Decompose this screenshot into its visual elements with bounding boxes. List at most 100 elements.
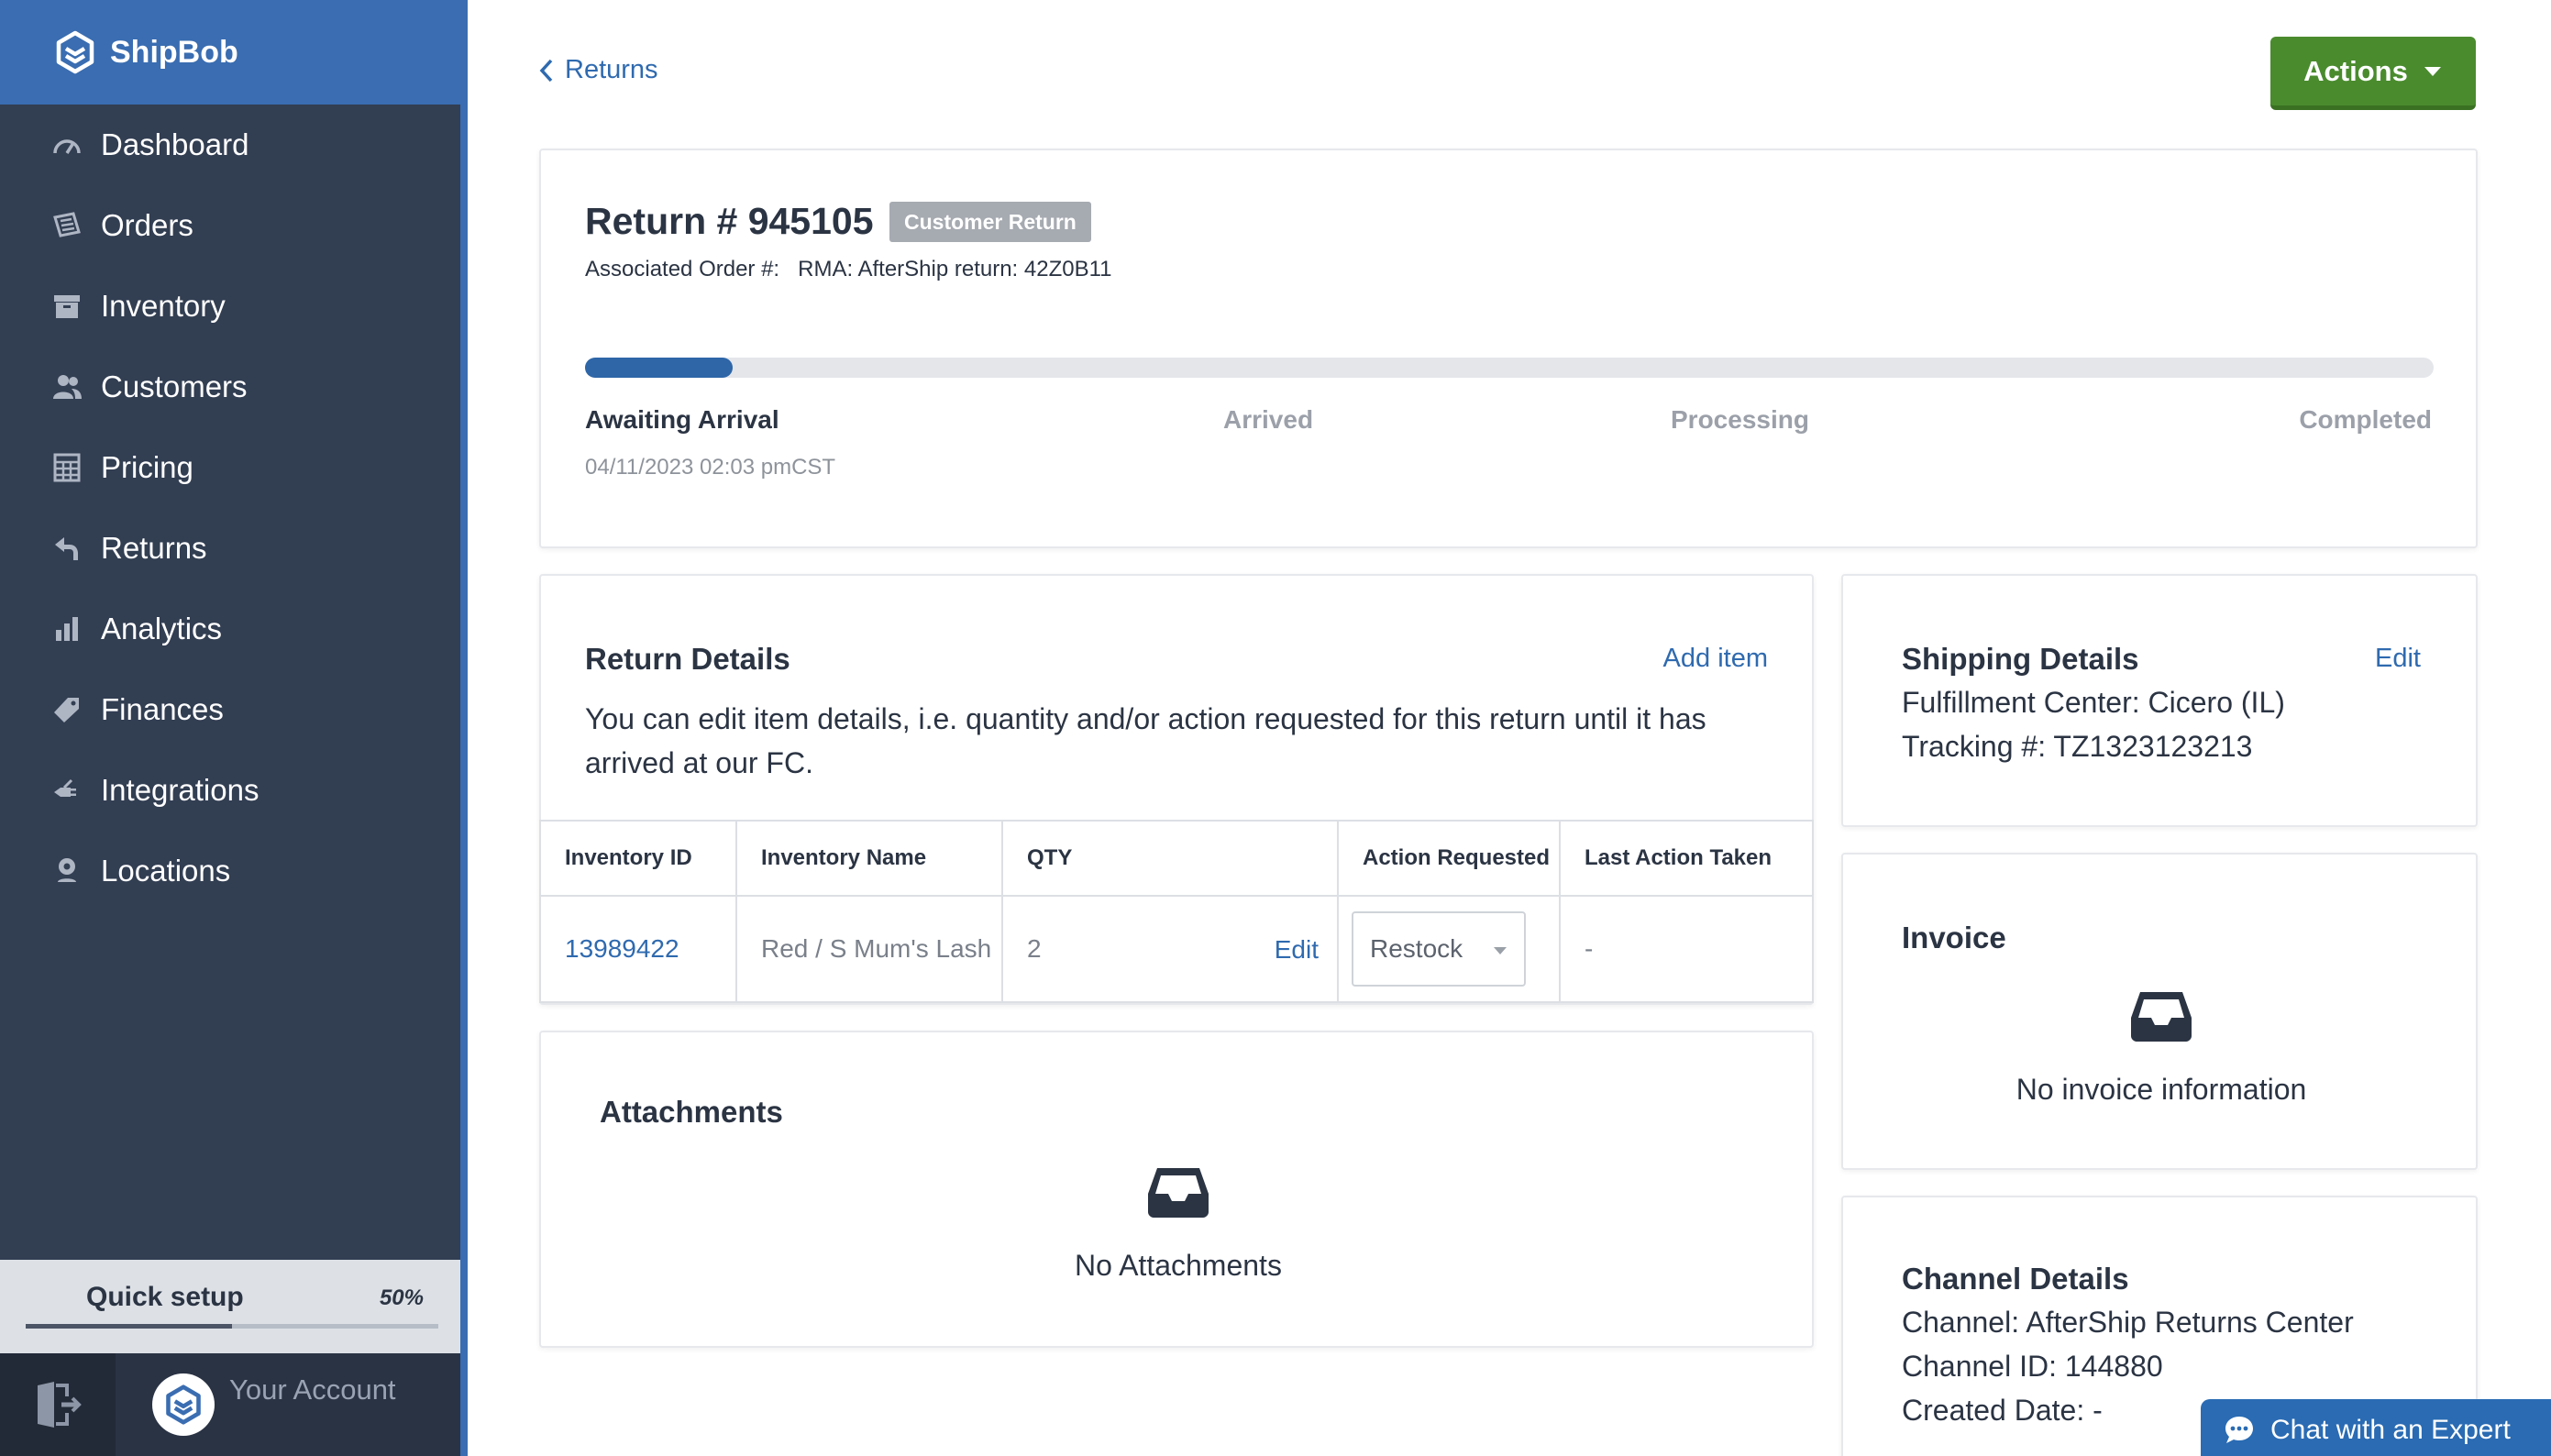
- table-header-row: Inventory ID Inventory Name QTY Action R…: [539, 820, 1814, 897]
- sidebar-item-pricing[interactable]: Pricing: [0, 427, 460, 508]
- bar-chart-icon: [56, 617, 78, 641]
- return-details-description: You can edit item details, i.e. quantity…: [585, 702, 1706, 779]
- sidebar-item-finances[interactable]: Finances: [0, 669, 460, 750]
- shipping-edit-link[interactable]: Edit: [2375, 644, 2421, 674]
- sidebar-item-locations[interactable]: Locations: [0, 831, 460, 911]
- sidebar-item-label: Integrations: [101, 773, 260, 807]
- caret-down-icon: [1494, 947, 1507, 954]
- rma-text: RMA: AfterShip return: 42Z0B11: [798, 257, 1112, 281]
- sidebar-item-label: Finances: [101, 692, 224, 726]
- invoice-empty-text: No invoice information: [2015, 1073, 2307, 1106]
- associated-order-label: Associated Order #:: [585, 257, 780, 281]
- sidebar-nav: Dashboard Orders Inventory Customers Pri…: [0, 105, 460, 911]
- sidebar-item-returns[interactable]: Returns: [0, 508, 460, 589]
- qty-value: 2: [1027, 934, 1042, 963]
- inbox-icon: [2131, 992, 2192, 1042]
- sidebar-item-analytics[interactable]: Analytics: [0, 589, 460, 669]
- shipping-details-title: Shipping Details: [1902, 642, 2139, 676]
- sidebar-edge: [460, 0, 468, 1456]
- chat-bubble-icon: [2225, 1417, 2253, 1443]
- return-details-title: Return Details: [585, 642, 790, 676]
- step-completed: Completed: [2299, 405, 2432, 434]
- inventory-id-link[interactable]: 13989422: [565, 934, 679, 963]
- step-arrived: Arrived: [1223, 405, 1314, 434]
- calculator-icon: [53, 453, 81, 482]
- associated-order-line: Associated Order #: RMA: AfterShip retur…: [585, 257, 1112, 282]
- action-requested-cell: Restock: [1337, 895, 1561, 1003]
- return-progress-track: [585, 358, 2434, 378]
- add-item-link[interactable]: Add item: [1663, 644, 1768, 674]
- quick-setup-label: Quick setup: [86, 1282, 244, 1312]
- shipping-details-card: Shipping Details Edit Fulfillment Center…: [1841, 574, 2478, 827]
- sidebar-item-label: Dashboard: [101, 127, 249, 161]
- invoice-title: Invoice: [1902, 921, 2006, 954]
- sidebar-item-label: Locations: [101, 854, 231, 888]
- actions-label: Actions: [2303, 54, 2408, 87]
- step-processing: Processing: [1671, 405, 1809, 434]
- quick-setup-percent: 50%: [379, 1285, 424, 1310]
- users-icon: [53, 375, 82, 399]
- column-header: QTY: [1001, 820, 1339, 897]
- last-action-cell: -: [1559, 895, 1814, 1003]
- chevron-left-icon: [539, 59, 553, 82]
- action-requested-value: Restock: [1370, 934, 1463, 963]
- actions-dropdown-button[interactable]: Actions: [2270, 37, 2476, 110]
- chat-with-expert-button[interactable]: Chat with an Expert: [2201, 1399, 2551, 1456]
- plug-icon: [54, 778, 76, 797]
- invoice-card: Invoice No invoice information: [1841, 853, 2478, 1170]
- step-date: 04/11/2023 02:03 pmCST: [585, 455, 836, 480]
- logo-bar[interactable]: ShipBob: [0, 0, 468, 105]
- inbox-icon: [1148, 1168, 1209, 1218]
- sidebar-item-label: Pricing: [101, 450, 193, 484]
- logout-button[interactable]: [0, 1353, 116, 1456]
- sidebar-item-label: Orders: [101, 208, 193, 242]
- fulfillment-center-text: Fulfillment Center: Cicero (IL): [1902, 686, 2285, 719]
- channel-details-title: Channel Details: [1902, 1262, 2129, 1296]
- return-summary-card: Return # 945105 Customer Return Associat…: [539, 149, 2478, 548]
- column-header: Last Action Taken: [1559, 820, 1814, 897]
- inventory-name-cell: Red / S Mum's Lash: [735, 895, 1003, 1003]
- attachments-empty-text: No Attachments: [1075, 1249, 1282, 1282]
- sidebar-item-dashboard[interactable]: Dashboard: [0, 105, 460, 185]
- gauge-icon: [53, 139, 81, 154]
- sidebar-item-label: Inventory: [101, 289, 226, 323]
- qty-cell: 2 Edit: [1001, 895, 1339, 1003]
- qty-edit-link[interactable]: Edit: [1275, 935, 1319, 965]
- sidebar-item-label: Returns: [101, 531, 207, 565]
- return-items-table: Inventory ID Inventory Name QTY Action R…: [539, 820, 1814, 1003]
- channel-name-text: Channel: AfterShip Returns Center: [1902, 1306, 2354, 1339]
- sidebar-item-inventory[interactable]: Inventory: [0, 266, 460, 347]
- sidebar-item-integrations[interactable]: Integrations: [0, 750, 460, 831]
- brand-name: ShipBob: [110, 34, 238, 70]
- return-type-badge: Customer Return: [889, 202, 1091, 242]
- return-progress-fill: [585, 358, 734, 378]
- account-avatar[interactable]: [152, 1373, 215, 1436]
- orders-icon: [53, 212, 81, 237]
- quick-setup[interactable]: Quick setup 50%: [0, 1260, 460, 1353]
- channel-id-text: Channel ID: 144880: [1902, 1350, 2163, 1383]
- sidebar-item-customers[interactable]: Customers: [0, 347, 460, 427]
- attachments-title: Attachments: [600, 1095, 783, 1129]
- return-title: Return # 945105: [585, 200, 874, 242]
- account-label[interactable]: Your Account: [229, 1370, 413, 1410]
- logout-icon: [38, 1382, 82, 1428]
- sidebar-item-orders[interactable]: Orders: [0, 185, 460, 266]
- account-bar: Your Account: [0, 1353, 460, 1456]
- back-to-returns-link[interactable]: Returns: [537, 55, 658, 85]
- sidebar-item-label: Analytics: [101, 612, 223, 645]
- sidebar-item-label: Customers: [101, 370, 248, 403]
- action-requested-select[interactable]: Restock: [1352, 911, 1526, 987]
- chat-label: Chat with an Expert: [2270, 1415, 2511, 1445]
- attachments-card: Attachments No Attachments: [539, 1031, 1814, 1348]
- tag-icon: [54, 698, 79, 722]
- tracking-number-text: Tracking #: TZ1323123213: [1902, 730, 2253, 763]
- created-date-text: Created Date: -: [1902, 1394, 2103, 1427]
- box-icon: [54, 295, 80, 318]
- inventory-id-cell: 13989422: [539, 895, 737, 1003]
- table-row: 13989422 Red / S Mum's Lash 2 Edit Resto…: [539, 895, 1814, 1003]
- return-arrow-icon: [55, 537, 78, 560]
- quick-setup-progress-fill: [26, 1324, 232, 1329]
- shipbob-logo-icon: [166, 1384, 201, 1425]
- back-link-label: Returns: [565, 55, 658, 84]
- step-awaiting-arrival: Awaiting Arrival: [585, 405, 779, 434]
